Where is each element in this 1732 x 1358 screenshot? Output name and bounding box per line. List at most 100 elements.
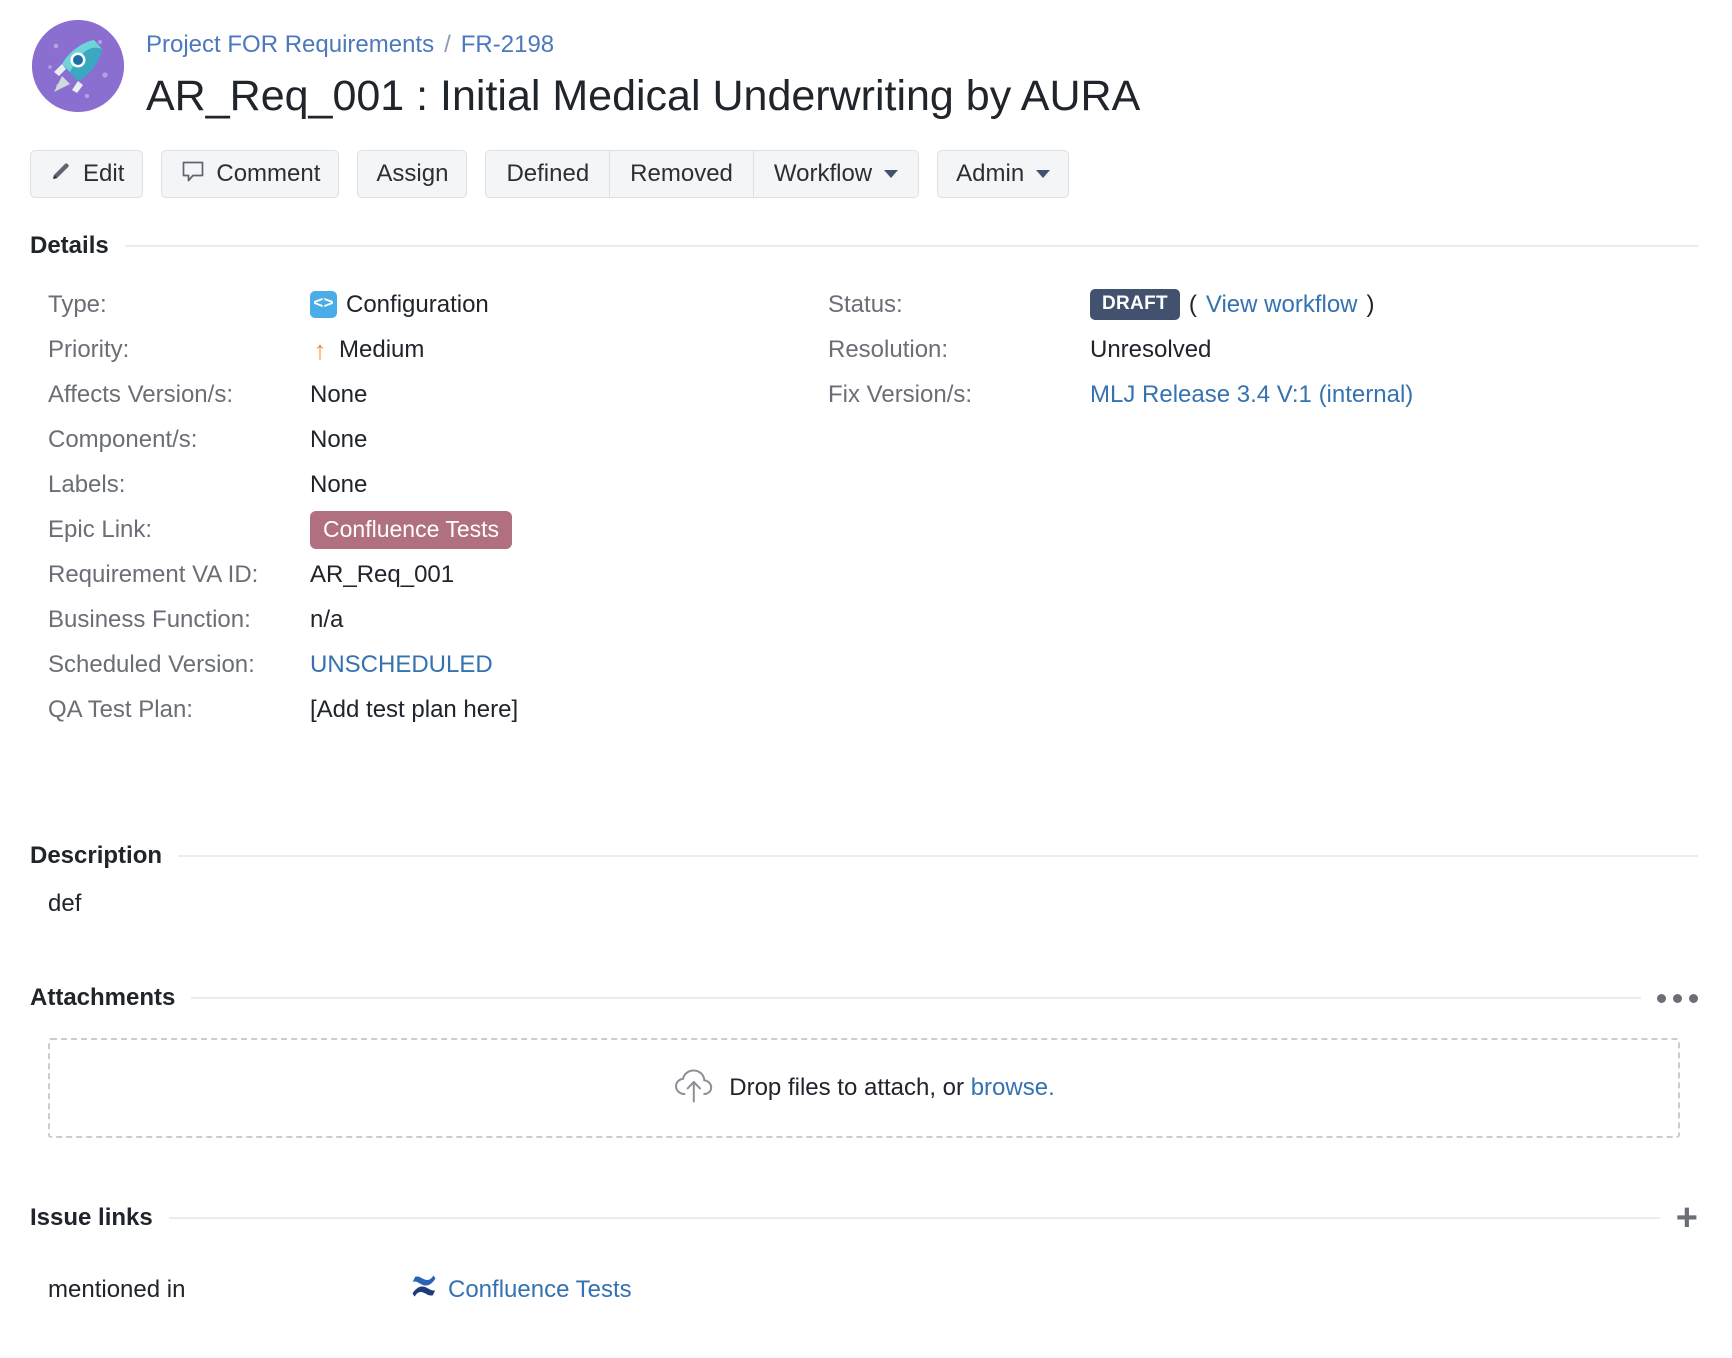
section-divider	[168, 1217, 1660, 1219]
field-row-epic-link: Epic Link: Confluence Tests	[30, 507, 810, 552]
breadcrumb-separator: /	[444, 31, 451, 58]
defined-transition-button[interactable]: Defined	[486, 151, 611, 197]
header-text-block: Project FOR Requirements / FR-2198 AR_Req_…	[146, 18, 1140, 124]
admin-dropdown-button[interactable]: Admin	[937, 150, 1070, 198]
description-heading: Description	[30, 842, 163, 869]
attachment-dropzone[interactable]: Drop files to attach, or browse.	[48, 1038, 1680, 1138]
scheduled-version-link[interactable]: UNSCHEDULED	[310, 651, 493, 679]
ellipsis-menu-icon	[1657, 993, 1698, 1003]
breadcrumb-issue-key-link[interactable]: FR-2198	[461, 31, 554, 58]
field-row-affects-versions: Affects Version/s: None	[30, 372, 810, 417]
defined-button-label: Defined	[506, 160, 590, 187]
view-workflow-link[interactable]: View workflow	[1206, 291, 1358, 319]
plus-icon: +	[1675, 1197, 1698, 1239]
field-label-scheduled-version: Scheduled Version:	[48, 650, 255, 678]
status-open-paren: (	[1188, 290, 1197, 318]
details-right-column: Status: DRAFT ( View workflow) Resolution…	[810, 282, 1698, 732]
attachments-heading: Attachments	[30, 984, 176, 1011]
add-issue-link-button[interactable]: +	[1675, 1197, 1698, 1239]
field-row-requirement-va-id: Requirement VA ID: AR_Req_001	[30, 552, 810, 597]
workflow-dropdown-button[interactable]: Workflow	[753, 151, 919, 197]
issue-view-page: Project FOR Requirements / FR-2198 AR_Req_…	[0, 0, 1732, 1358]
chevron-down-icon	[884, 170, 899, 178]
field-value-type: <> Configuration	[310, 291, 489, 319]
issue-header: Project FOR Requirements / FR-2198 AR_Req_…	[30, 0, 1698, 124]
field-label-fix-versions: Fix Version/s:	[828, 380, 973, 408]
breadcrumb: Project FOR Requirements / FR-2198	[146, 30, 1140, 60]
field-label-resolution: Resolution:	[828, 335, 949, 363]
confluence-icon	[410, 1272, 438, 1307]
dropzone-label: Drop files to attach, or	[729, 1074, 965, 1101]
details-heading: Details	[30, 232, 109, 259]
field-value-components: None	[310, 425, 368, 453]
breadcrumb-project-link[interactable]: Project FOR Requirements	[146, 31, 434, 58]
workflow-button-group: Defined Removed Workflow	[485, 150, 920, 198]
removed-transition-button[interactable]: Removed	[610, 151, 754, 197]
field-value-resolution: Unresolved	[1090, 335, 1212, 363]
field-label-components: Component/s:	[48, 425, 198, 453]
description-section-header: Description	[30, 842, 1698, 870]
workflow-button-label: Workflow	[773, 160, 873, 187]
section-divider	[191, 997, 1641, 999]
field-label-affects-versions: Affects Version/s:	[48, 380, 233, 408]
field-value-labels: None	[310, 470, 368, 498]
field-row-type: Type: <> Configuration	[30, 282, 810, 327]
edit-button-label: Edit	[83, 160, 125, 187]
browse-files-link[interactable]: browse.	[971, 1074, 1055, 1101]
field-value-scheduled-version: UNSCHEDULED	[310, 651, 493, 679]
field-row-scheduled-version: Scheduled Version: UNSCHEDULED	[30, 642, 810, 687]
status-close-paren: )	[1366, 290, 1375, 318]
confluence-page-link[interactable]: Confluence Tests	[448, 1276, 632, 1304]
issue-toolbar: Edit Comment Assign Defined Removed Work…	[30, 150, 1698, 198]
issue-links-heading: Issue links	[30, 1204, 153, 1231]
attachments-section-header: Attachments	[30, 984, 1698, 1012]
field-label-status: Status:	[828, 290, 903, 318]
field-label-labels: Labels:	[48, 470, 126, 498]
field-value-affects-versions: None	[310, 380, 368, 408]
attachments-options-button[interactable]	[1657, 993, 1698, 1003]
field-value-business-function: n/a	[310, 605, 344, 633]
field-row-status: Status: DRAFT ( View workflow)	[810, 282, 1698, 327]
field-label-qa-test-plan: QA Test Plan:	[48, 695, 193, 723]
configuration-type-icon: <>	[310, 291, 337, 318]
field-value-requirement-va-id: AR_Req_001	[310, 560, 455, 588]
field-row-qa-test-plan: QA Test Plan: [Add test plan here]	[30, 687, 810, 732]
field-label-priority: Priority:	[48, 335, 130, 363]
fix-version-link[interactable]: MLJ Release 3.4 V:1 (internal)	[1090, 381, 1413, 409]
edit-button[interactable]: Edit	[30, 150, 144, 198]
field-label-requirement-va-id: Requirement VA ID:	[48, 560, 259, 588]
field-row-resolution: Resolution: Unresolved	[810, 327, 1698, 372]
details-left-column: Type: <> Configuration Priority: ↑ Mediu…	[30, 282, 810, 732]
field-label-type: Type:	[48, 290, 107, 318]
issue-link-type: mentioned in	[48, 1275, 186, 1303]
field-value-type-text: Configuration	[346, 290, 489, 318]
field-row-business-function: Business Function: n/a	[30, 597, 810, 642]
issue-link-target: Confluence Tests	[410, 1272, 632, 1307]
speech-bubble-icon	[180, 158, 206, 191]
comment-button[interactable]: Comment	[161, 150, 340, 198]
field-value-fix-versions: MLJ Release 3.4 V:1 (internal)	[1090, 381, 1413, 409]
cloud-upload-icon	[673, 1068, 715, 1109]
issue-links-section-header: Issue links +	[30, 1197, 1698, 1239]
dropzone-text: Drop files to attach, or browse.	[729, 1074, 1055, 1102]
issue-link-row: mentioned in Confluence Tests	[30, 1272, 1698, 1307]
field-value-epic-link: Confluence Tests	[310, 510, 513, 549]
section-divider	[124, 245, 1698, 247]
removed-button-label: Removed	[630, 160, 733, 187]
field-row-fix-versions: Fix Version/s: MLJ Release 3.4 V:1 (inte…	[810, 372, 1698, 417]
field-value-priority: ↑ Medium	[310, 334, 425, 365]
comment-button-label: Comment	[216, 160, 321, 187]
priority-medium-arrow-icon: ↑	[313, 334, 327, 365]
field-value-qa-test-plan: [Add test plan here]	[310, 695, 519, 723]
page-title: AR_Req_001 : Initial Medical Underwritin…	[146, 72, 1141, 120]
field-value-status: DRAFT ( View workflow)	[1090, 289, 1375, 320]
assign-button[interactable]: Assign	[357, 150, 468, 198]
field-value-priority-text: Medium	[339, 335, 425, 363]
field-row-components: Component/s: None	[30, 417, 810, 462]
chevron-down-icon	[1036, 170, 1051, 178]
rocket-avatar-icon	[32, 20, 124, 112]
field-row-priority: Priority: ↑ Medium	[30, 327, 810, 372]
field-label-epic-link: Epic Link:	[48, 515, 153, 543]
epic-link-badge[interactable]: Confluence Tests	[310, 510, 513, 549]
status-badge: DRAFT	[1090, 289, 1180, 320]
